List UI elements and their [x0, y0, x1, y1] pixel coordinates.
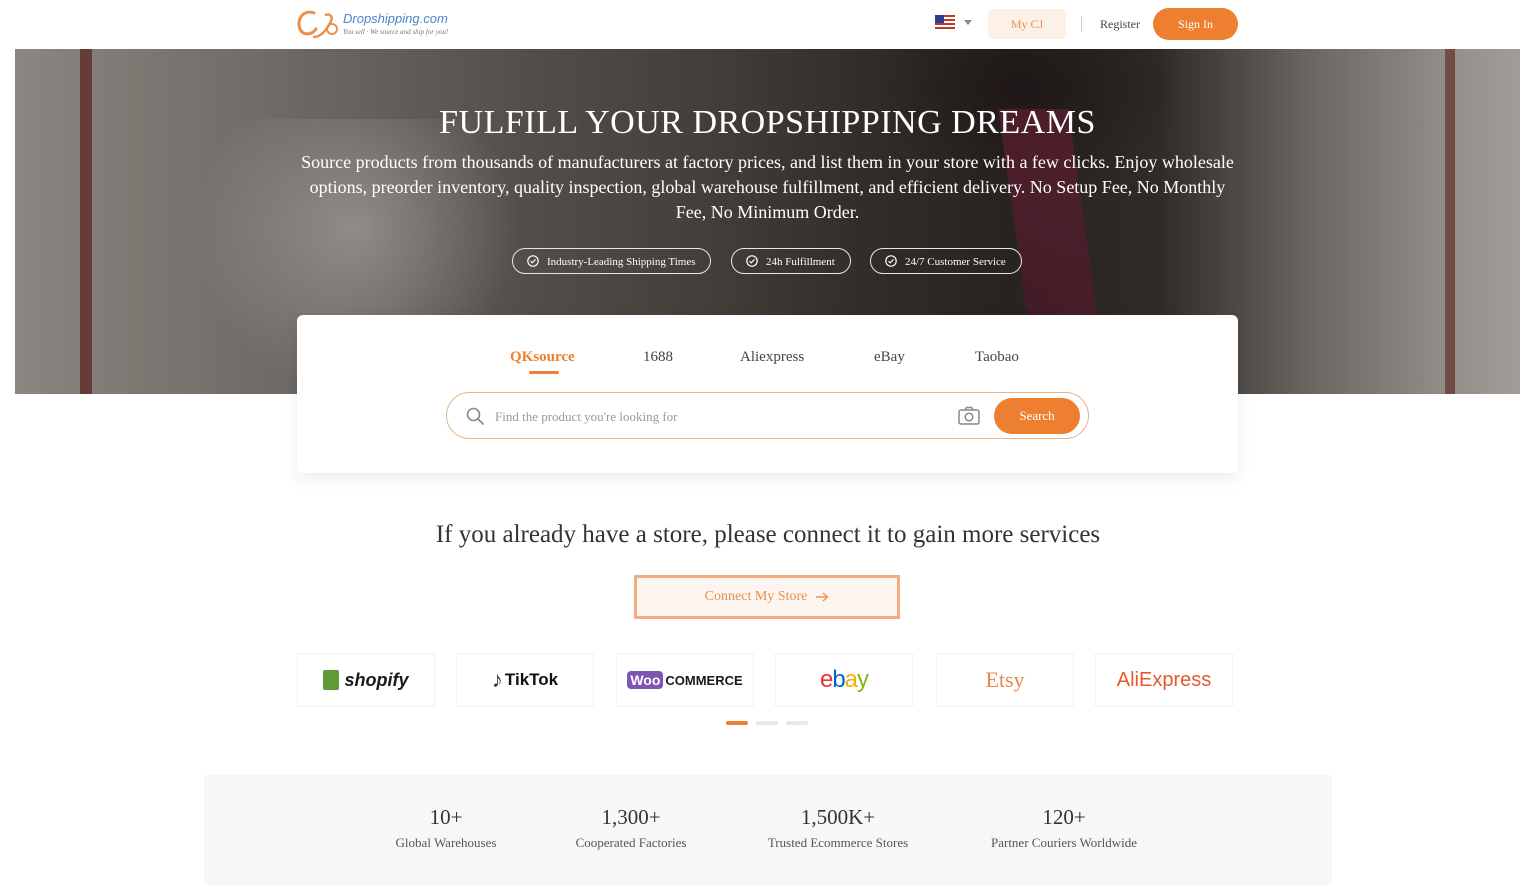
- us-flag-icon[interactable]: [935, 15, 955, 29]
- search-input[interactable]: [493, 404, 937, 430]
- feature-label: Industry-Leading Shipping Times: [547, 256, 696, 268]
- logo-tagline: You sell · We source and ship for you!: [343, 28, 449, 36]
- stat-value: 1,500K+: [800, 805, 876, 829]
- carousel-dot[interactable]: [756, 721, 778, 725]
- platform-label: AliExpress: [1116, 668, 1212, 691]
- platform-label: COMMERCE: [665, 672, 743, 688]
- platform-label: ebay: [819, 666, 869, 693]
- carousel-dot[interactable]: [786, 721, 808, 725]
- stat-factories: 1,300+ Cooperated Factories: [561, 805, 701, 851]
- active-tab-indicator: [529, 371, 559, 374]
- feature-badge-service: 24/7 Customer Service: [870, 248, 1022, 274]
- tab-1688[interactable]: 1688: [643, 349, 673, 366]
- stat-warehouses: 10+ Global Warehouses: [381, 805, 511, 851]
- search-card: QKsource 1688 Aliexpress eBay Taobao Sea…: [297, 315, 1238, 473]
- connect-button-label: Connect My Store: [704, 589, 808, 604]
- stat-label: Cooperated Factories: [575, 835, 687, 850]
- tab-aliexpress[interactable]: Aliexpress: [740, 349, 804, 366]
- header-divider: [1081, 16, 1082, 32]
- stat-label: Trusted Ecommerce Stores: [767, 835, 909, 850]
- platform-ebay[interactable]: ebay: [775, 653, 913, 707]
- feature-badge-fulfillment: 24h Fulfillment: [731, 248, 851, 274]
- hero-feature-list: Industry-Leading Shipping Times 24h Fulf…: [15, 248, 1520, 276]
- stat-label: Partner Couriers Worldwide: [990, 835, 1137, 850]
- sign-in-button[interactable]: Sign In: [1153, 8, 1238, 40]
- stat-value: 10+: [429, 805, 463, 829]
- chevron-down-icon[interactable]: [964, 20, 972, 25]
- platform-aliexpress[interactable]: AliExpress: [1095, 653, 1233, 707]
- connect-store-heading: If you already have a store, please conn…: [435, 521, 1101, 548]
- hero-title: FULFILL YOUR DROPSHIPPING DREAMS: [439, 104, 1096, 141]
- stat-value: 120+: [1042, 805, 1086, 829]
- feature-label: 24h Fulfillment: [766, 256, 835, 268]
- tiktok-note-icon: ♪: [491, 667, 503, 692]
- cj-logo-icon: [297, 10, 338, 39]
- tab-qksource[interactable]: QKsource: [510, 349, 575, 366]
- stat-value: 1,300+: [601, 805, 661, 829]
- woo-badge: Woo: [627, 671, 664, 689]
- connect-my-store-button[interactable]: Connect My Store: [634, 575, 900, 619]
- platform-label: shopify: [344, 669, 409, 690]
- feature-label: 24/7 Customer Service: [905, 256, 1006, 268]
- shopify-bag-icon: [323, 670, 340, 690]
- platform-woocommerce[interactable]: Woo COMMERCE: [616, 653, 754, 707]
- tab-ebay[interactable]: eBay: [874, 349, 905, 366]
- carousel-dot[interactable]: [726, 721, 748, 725]
- search-icon: [466, 407, 484, 425]
- search-button[interactable]: Search: [994, 398, 1080, 434]
- stat-label: Global Warehouses: [395, 835, 497, 850]
- register-link[interactable]: Register: [1100, 17, 1140, 32]
- logo-name: Dropshipping.com: [343, 11, 448, 26]
- my-cj-button[interactable]: My CJ: [988, 9, 1066, 39]
- hero-subtitle: Source products from thousands of manufa…: [301, 152, 1234, 222]
- platform-label: TikTok: [504, 670, 559, 689]
- check-circle-icon: [746, 255, 758, 267]
- arrow-right-icon: [816, 592, 829, 602]
- platform-tiktok[interactable]: ♪ TikTok: [456, 653, 594, 707]
- stat-stores: 1,500K+ Trusted Ecommerce Stores: [753, 805, 923, 851]
- site-logo[interactable]: Dropshipping.com You sell · We source an…: [296, 7, 466, 43]
- stats-section: 10+ Global Warehouses 1,300+ Cooperated …: [204, 775, 1332, 885]
- stat-couriers: 120+ Partner Couriers Worldwide: [975, 805, 1153, 851]
- top-header: Dropshipping.com You sell · We source an…: [0, 0, 1536, 48]
- check-circle-icon: [527, 255, 539, 267]
- platform-label: Etsy: [985, 667, 1025, 692]
- tab-taobao[interactable]: Taobao: [975, 349, 1019, 366]
- feature-badge-shipping: Industry-Leading Shipping Times: [512, 248, 711, 274]
- search-bar: Search: [446, 392, 1089, 439]
- check-circle-icon: [885, 255, 897, 267]
- camera-icon[interactable]: [957, 405, 981, 427]
- platform-shopify[interactable]: shopify: [297, 653, 435, 707]
- platform-etsy[interactable]: Etsy: [936, 653, 1074, 707]
